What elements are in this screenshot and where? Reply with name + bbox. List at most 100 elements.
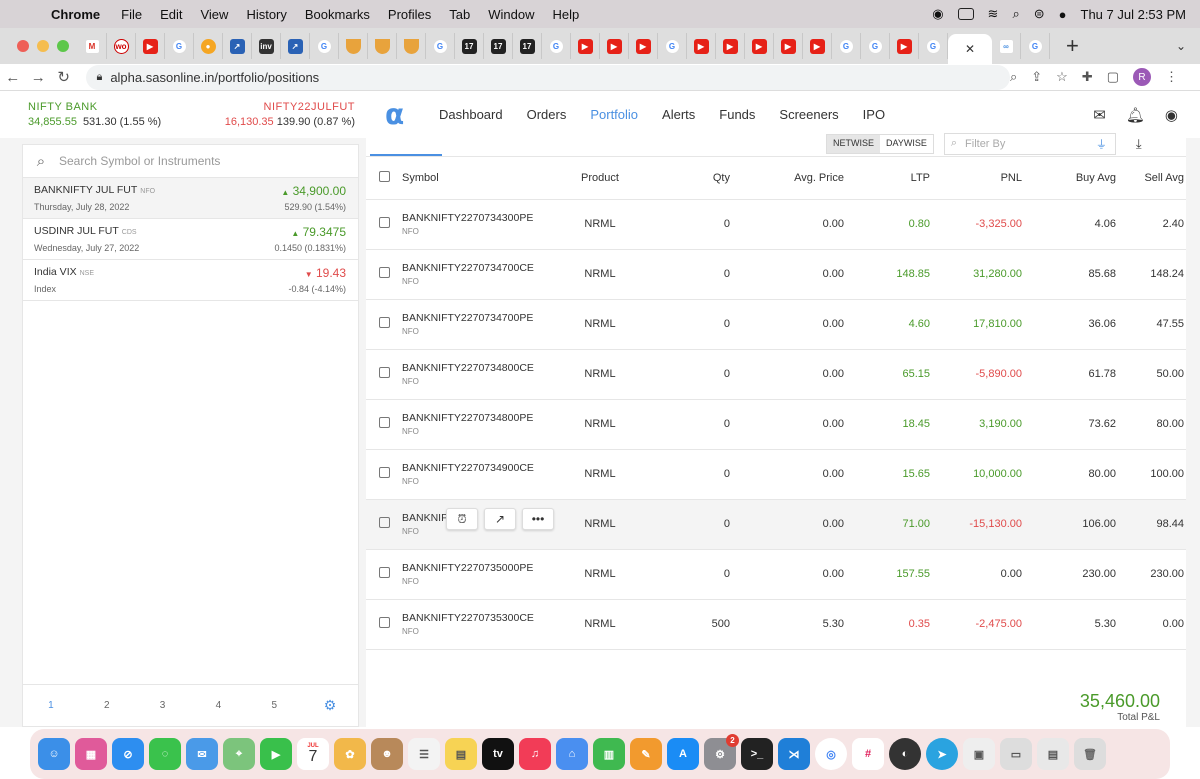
header-ltp[interactable]: LTP — [844, 157, 930, 199]
watchlist-page-4[interactable]: 4 — [190, 700, 246, 711]
header-symbol[interactable]: Symbol — [402, 157, 552, 199]
tab-active[interactable]: ✕ — [948, 34, 992, 64]
menubar-clock[interactable]: Thu 7 Jul 2:53 PM — [1081, 7, 1187, 22]
music-icon[interactable]: ♫ — [519, 738, 551, 770]
header-buy-avg[interactable]: Buy Avg — [1022, 157, 1116, 199]
bookmark-star-icon[interactable]: ☆ — [1056, 69, 1068, 85]
watchlist-item[interactable]: BANKNIFTY JUL FUT NFO ▲ 34,900.00 Thursday… — [23, 178, 358, 219]
position-row[interactable]: BANKNIFTY2270734800CE NFO NRML 0 0.00 65.15 -5… — [366, 349, 1186, 399]
menu-tab[interactable]: Tab — [440, 7, 479, 22]
control-center-icon[interactable]: ⊜ — [1034, 6, 1045, 22]
tab-tradingview[interactable]: 17 — [484, 33, 513, 59]
wifi-icon[interactable]: ≋ — [988, 6, 999, 22]
terminal-icon[interactable]: >_ — [741, 738, 773, 770]
alarm-clock-icon[interactable]: ⏰︎ — [446, 508, 478, 530]
tab-youtube[interactable]: ▶ — [571, 33, 600, 59]
settings-gear-icon[interactable]: ⚙ — [302, 697, 358, 714]
tab-tradingview[interactable]: 17 — [455, 33, 484, 59]
tab-chart[interactable]: ↗ — [223, 33, 252, 59]
position-row[interactable]: BANKNIFTY2270734300PE NFO NRML 0 0.00 0.80 -3,… — [366, 199, 1186, 249]
tab-wo[interactable]: wo — [107, 33, 136, 59]
download-icon[interactable]: ⤓ — [1136, 136, 1142, 152]
header-avg-price[interactable]: Avg. Price — [730, 157, 844, 199]
tab-youtube[interactable]: ▶ — [745, 33, 774, 59]
tab-youtube[interactable]: ▶ — [803, 33, 832, 59]
back-icon[interactable]: ← — [0, 69, 25, 86]
nav-screeners[interactable]: Screeners — [779, 107, 838, 122]
nav-ipo[interactable]: IPO — [863, 107, 885, 122]
search-icon[interactable]: ⌕ — [1012, 6, 1019, 22]
watchlist-page-1[interactable]: 1 — [23, 700, 79, 711]
sidepanel-icon[interactable]: ▢ — [1107, 69, 1119, 85]
header-pnl[interactable]: PNL — [930, 157, 1022, 199]
keynote-icon[interactable]: ⌂ — [556, 738, 588, 770]
launchpad-icon[interactable]: ▦ — [75, 738, 107, 770]
zoom-icon[interactable]: ⌕ — [1010, 69, 1017, 85]
menu-bookmarks[interactable]: Bookmarks — [296, 7, 379, 22]
finder-icon[interactable]: ☺ — [38, 738, 70, 770]
reload-icon[interactable]: ↻ — [51, 68, 76, 86]
tab-chart[interactable]: ↗ — [281, 33, 310, 59]
address-bar[interactable]: 🔒︎ alpha.sasonline.in/portfolio/position… — [86, 64, 1010, 90]
numbers-icon[interactable]: ▥ — [593, 738, 625, 770]
reminders-icon[interactable]: ☰ — [408, 738, 440, 770]
position-row[interactable]: BANKNIFTY2270735300CE NFO NRML 500 5.30 0.35 -… — [366, 599, 1186, 649]
share-icon[interactable]: ⇪ — [1031, 69, 1042, 85]
slack-icon[interactable]: # — [852, 738, 884, 770]
new-tab-button[interactable]: + — [1066, 33, 1079, 59]
nav-orders[interactable]: Orders — [527, 107, 567, 122]
trend-chart-icon[interactable]: ↗ — [484, 508, 516, 530]
siri-icon[interactable]: ● — [1059, 7, 1067, 22]
row-checkbox[interactable] — [378, 467, 390, 478]
position-row[interactable]: BANKNIFTY2270734800PE NFO NRML 0 0.00 18.45 3,… — [366, 399, 1186, 449]
folder-stack-icon[interactable]: ▤ — [1037, 738, 1069, 770]
tab-site[interactable]: ● — [194, 33, 223, 59]
tab-google[interactable]: G — [542, 33, 571, 59]
watchlist-page-3[interactable]: 3 — [135, 700, 191, 711]
tab-youtube[interactable]: ▶ — [716, 33, 745, 59]
menu-view[interactable]: View — [191, 7, 237, 22]
filter-funnel-icon[interactable]: ⏚ — [1096, 136, 1115, 152]
tab-google[interactable]: G — [165, 33, 194, 59]
row-checkbox[interactable] — [378, 317, 390, 328]
nav-dashboard[interactable]: Dashboard — [439, 107, 503, 122]
notes-icon[interactable]: ▤ — [445, 738, 477, 770]
header-sell-avg[interactable]: Sell Avg — [1116, 157, 1186, 199]
tab-google[interactable]: G — [919, 33, 948, 59]
chrome-menu-icon[interactable]: ⋮ — [1165, 69, 1178, 85]
row-checkbox[interactable] — [378, 267, 390, 278]
tab-bowl[interactable] — [397, 33, 426, 59]
position-row[interactable]: BANKNIFTY2270734900CE NFO NRML 0 0.00 15.65 10… — [366, 449, 1186, 499]
tab-youtube[interactable]: ▶ — [629, 33, 658, 59]
system-preferences-icon[interactable]: ⚙ 2 — [704, 734, 739, 770]
position-row[interactable]: BANKNIFTY2270735000PE NFO NRML 0 0.00 157.55 0… — [366, 549, 1186, 599]
calendar-icon[interactable]: JUL 7 — [297, 738, 329, 770]
messages-icon[interactable]: ◌ — [149, 738, 181, 770]
watchlist-item[interactable]: India VIX NSE ▼ 19.43 Index -0.84 (-4.14%) — [23, 260, 358, 301]
forward-icon[interactable]: → — [25, 69, 50, 86]
ticker-nifty-fut[interactable]: NIFTY22JULFUT 16,130.35 139.90 (0.87 %) — [180, 101, 355, 128]
tab-link[interactable]: ∞ — [992, 33, 1021, 59]
menu-profiles[interactable]: Profiles — [379, 7, 440, 22]
nav-portfolio[interactable]: Portfolio — [590, 107, 638, 122]
telegram-icon[interactable]: ➤ — [926, 738, 958, 770]
tab-youtube[interactable]: ▶ — [600, 33, 629, 59]
watchlist-page-2[interactable]: 2 — [79, 700, 135, 711]
extensions-icon[interactable]: ✚ — [1082, 69, 1093, 85]
tab-youtube[interactable]: ▶ — [687, 33, 716, 59]
watchlist-item[interactable]: USDINR JUL FUT CDS ▲ 79.3475 Wednesday, Ju… — [23, 219, 358, 260]
select-all-checkbox[interactable] — [378, 170, 390, 182]
chrome-icon[interactable]: ◎ — [815, 738, 847, 770]
menu-file[interactable]: File — [112, 7, 151, 22]
nav-alerts[interactable]: Alerts — [662, 107, 695, 122]
tab-google[interactable]: G — [861, 33, 890, 59]
downloads-stack-icon[interactable]: ▣ — [963, 738, 995, 770]
pages-icon[interactable]: ✎ — [630, 738, 662, 770]
close-tab-icon[interactable]: ✕ — [965, 42, 975, 56]
ticker-nifty-bank[interactable]: NIFTY BANK 34,855.55 531.30 (1.55 %) — [0, 101, 180, 128]
lock-icon[interactable]: 🔒︎ — [96, 71, 102, 84]
safari-icon[interactable]: ⊘ — [112, 738, 144, 770]
maps-icon[interactable]: ⌖ — [223, 738, 255, 770]
row-checkbox[interactable] — [378, 617, 390, 628]
menu-edit[interactable]: Edit — [151, 7, 191, 22]
